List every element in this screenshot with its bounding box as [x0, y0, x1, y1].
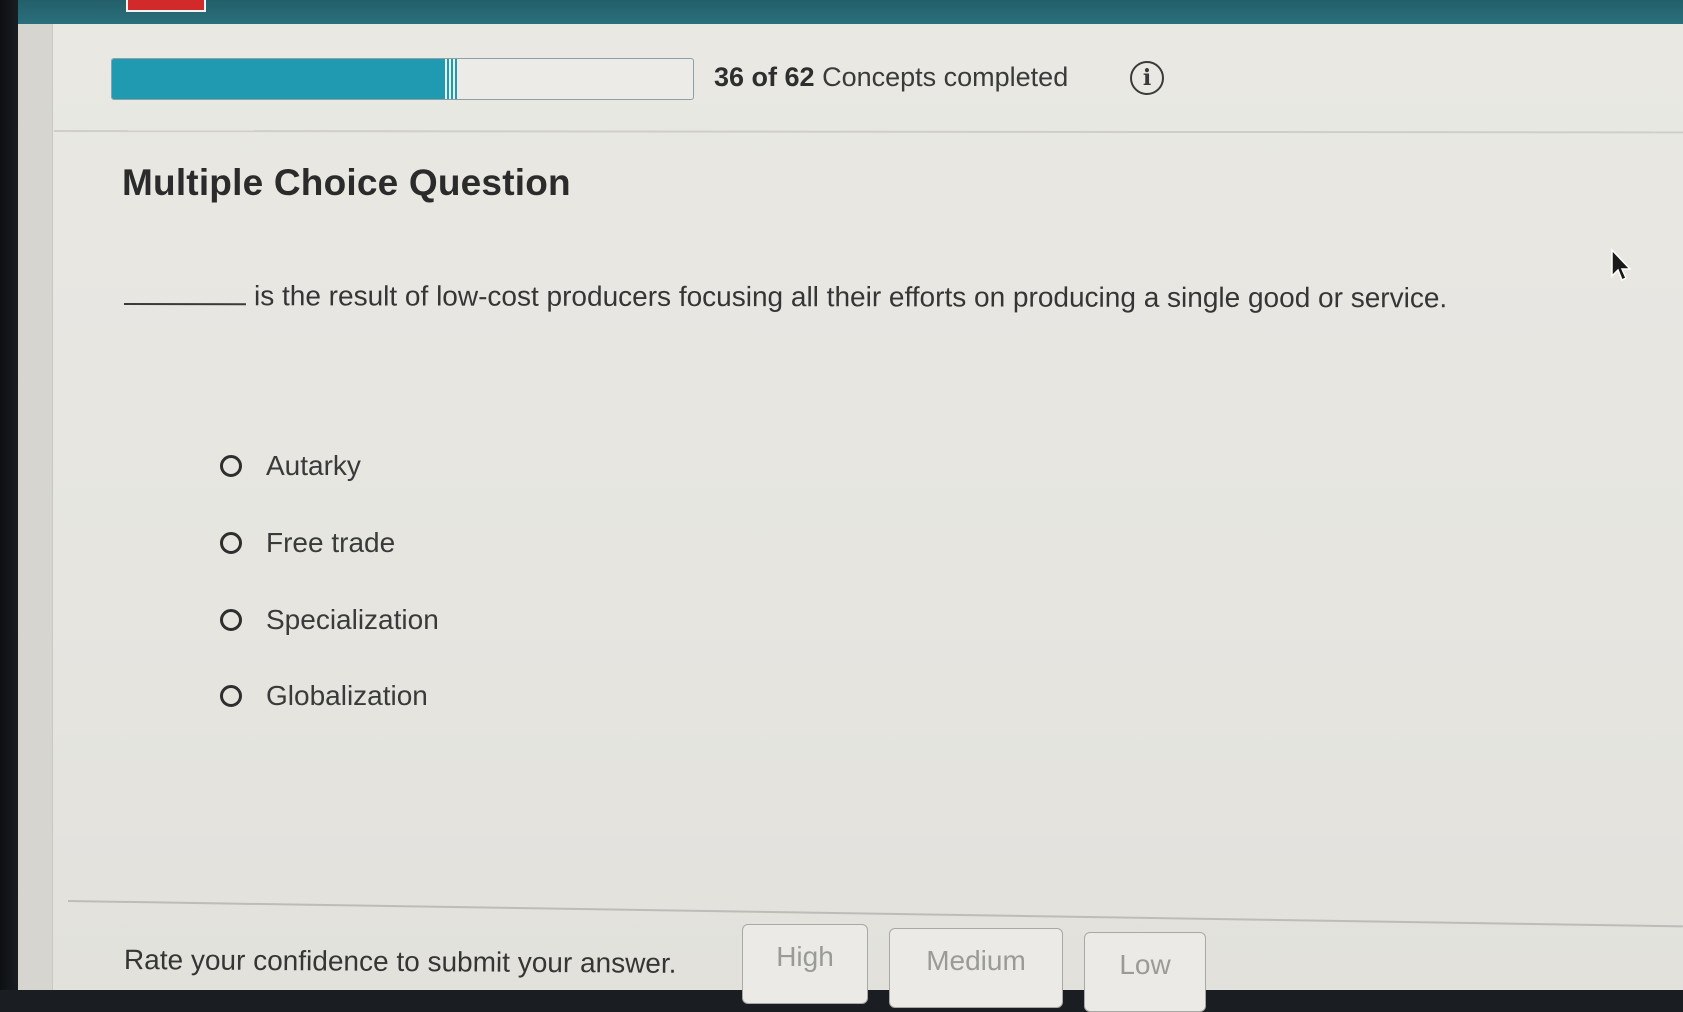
question-text: is the result of low-cost producers focu…	[253, 280, 1448, 314]
progress-marker	[445, 59, 458, 99]
brand-logo	[126, 0, 206, 12]
confidence-low-button[interactable]: Low	[1084, 932, 1206, 1012]
question-prompt: is the result of low-cost producers focu…	[123, 280, 1644, 315]
radio-button[interactable]	[220, 685, 242, 707]
mouse-cursor-icon	[1611, 248, 1632, 282]
confidence-prompt: Rate your confidence to submit your answ…	[123, 944, 677, 979]
monitor-bezel	[0, 0, 20, 990]
choice-specialization[interactable]: Specialization	[220, 604, 439, 636]
progress-bar	[111, 58, 694, 100]
radio-button[interactable]	[220, 609, 242, 631]
info-icon[interactable]: i	[1130, 61, 1164, 95]
confidence-medium-button[interactable]: Medium	[889, 928, 1063, 1008]
question-type-heading: Multiple Choice Question	[122, 162, 571, 203]
fill-in-blank	[123, 303, 246, 306]
main-content: 36 of 62 Concepts completed i Multiple C…	[18, 24, 1683, 1012]
left-gutter	[18, 24, 53, 990]
progress-count: 36 of 62	[714, 62, 815, 92]
progress-status: 36 of 62 Concepts completed	[714, 62, 1068, 93]
confidence-high-button[interactable]: High	[742, 924, 868, 1004]
choice-label: Autarky	[266, 450, 361, 481]
header-divider	[53, 130, 1683, 134]
choice-globalization[interactable]: Globalization	[220, 680, 428, 712]
progress-bar-fill	[112, 59, 450, 99]
top-header-bar	[18, 0, 1683, 24]
radio-button[interactable]	[220, 532, 242, 554]
radio-button[interactable]	[220, 455, 242, 477]
choice-label: Free trade	[266, 527, 396, 558]
choice-label: Globalization	[266, 680, 428, 711]
choice-autarky[interactable]: Autarky	[220, 450, 361, 482]
choice-label: Specialization	[266, 604, 439, 635]
footer-divider	[67, 900, 1683, 928]
choice-free-trade[interactable]: Free trade	[220, 527, 395, 559]
progress-label: Concepts completed	[822, 62, 1069, 92]
